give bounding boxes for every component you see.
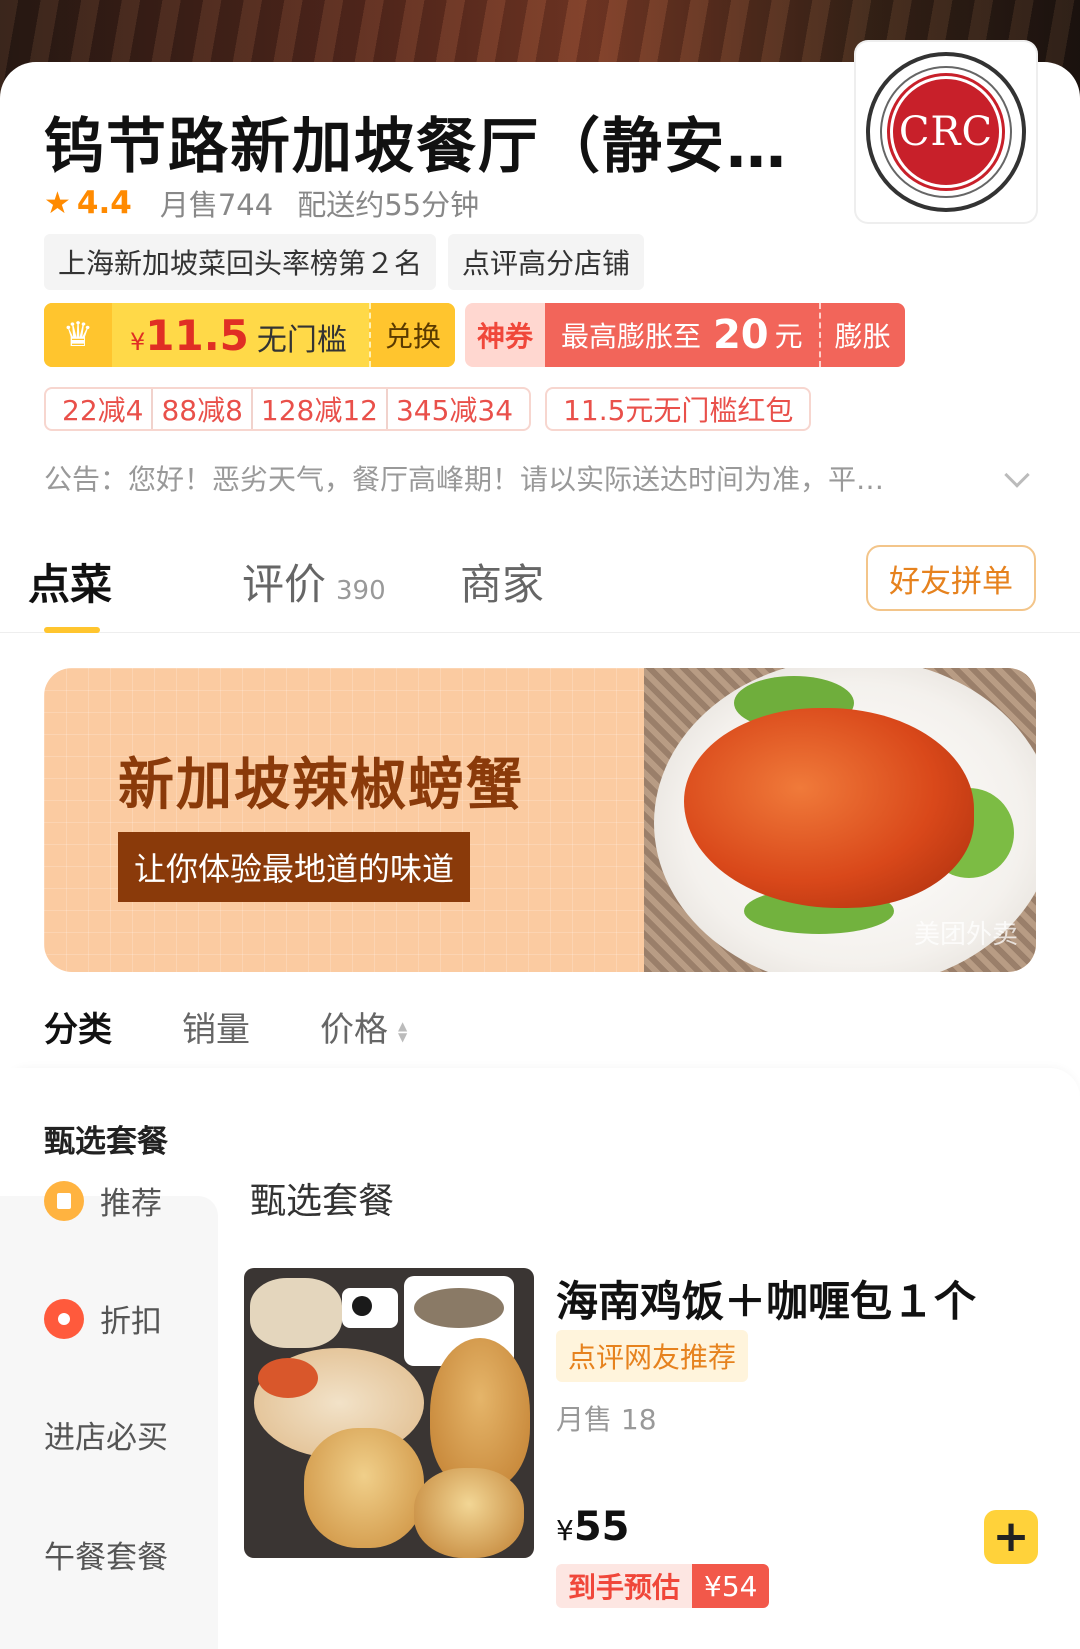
bookmark-icon (44, 1180, 84, 1221)
discount-item: 128减12 (250, 389, 386, 429)
dish-image[interactable] (244, 1268, 534, 1558)
discount-row: 22减4 88减8 128减12 345减34 11.5元无门槛红包 (44, 387, 812, 431)
sort-bar: 分类 销量 价格 ▲ ▼ (44, 1002, 407, 1051)
tab-order[interactable]: 点菜 (28, 551, 112, 612)
monthly-sales: 月售744 (159, 188, 274, 222)
announcement[interactable]: 公告：您好！恶劣天气，餐厅高峰期！请以实际送达时间为准，平… (44, 458, 984, 498)
dish-name[interactable]: 海南鸡饭＋咖喱包１个 (556, 1268, 976, 1329)
tab-bar: 点菜 评价 390 商家 好友拼单 (0, 545, 1080, 633)
location-pin-icon (44, 1298, 84, 1339)
recommend-badge: 点评网友推荐 (556, 1330, 749, 1382)
section-title: 甄选套餐 (250, 1181, 395, 1222)
vip-coupon[interactable]: ♛ ¥ 11.5 无门槛 兑换 (44, 303, 455, 367)
tab-reviews[interactable]: 评价 390 (242, 551, 386, 612)
reviews-count: 390 (336, 576, 386, 606)
banner-title: 新加坡辣椒螃蟹 (118, 753, 524, 818)
logo-ring: CRC (866, 52, 1026, 212)
delivery-time: 配送约55分钟 (297, 188, 480, 222)
restaurant-tags: 上海新加坡菜回头率榜第２名 点评高分店铺 (44, 234, 645, 290)
menu-area: 甄选套餐 推荐 折扣 进店必买 午餐套餐 甄选套餐 海南鸡饭＋咖喱包１个 点评网… (0, 1068, 1080, 1649)
shen-coupon-label: 神券 (464, 303, 545, 367)
sidebar-item-discount[interactable]: 折扣 (44, 1296, 162, 1341)
sort-category[interactable]: 分类 (44, 1002, 112, 1051)
sort-arrows-icon: ▲ ▼ (398, 1018, 408, 1044)
red-packet-badge[interactable]: 11.5元无门槛红包 (545, 387, 812, 431)
logo-text: CRC (890, 76, 1002, 188)
sidebar-item-selected[interactable]: 甄选套餐 (44, 1116, 168, 1161)
sort-sales[interactable]: 销量 (182, 1002, 250, 1051)
sidebar-item-lunch[interactable]: 午餐套餐 (44, 1532, 168, 1577)
banner-watermark: 美团外卖 (914, 920, 1019, 950)
restaurant-logo: CRC (856, 42, 1036, 222)
tab-merchant[interactable]: 商家 (460, 551, 544, 612)
active-tab-indicator (44, 627, 100, 633)
ranking-tag[interactable]: 上海新加坡菜回头率榜第２名 (44, 234, 437, 290)
group-order-button[interactable]: 好友拼单 (866, 545, 1036, 611)
shen-coupon[interactable]: 神券 最高膨胀至 20 元 膨胀 (464, 303, 905, 367)
dish-price: ¥ 55 (556, 1504, 630, 1550)
promo-banner[interactable]: 新加坡辣椒螃蟹 让你体验最地道的味道 美团外卖 (44, 668, 1036, 972)
banner-subtitle: 让你体验最地道的味道 (118, 832, 471, 902)
full-reduction-list[interactable]: 22减4 88减8 128减12 345减34 (44, 387, 532, 431)
coupon-row: ♛ ¥ 11.5 无门槛 兑换 神券 最高膨胀至 20 元 膨胀 (44, 303, 905, 367)
restaurant-stats: ★ 4.4 月售744 配送约55分钟 (44, 182, 479, 224)
estimated-price-badge: 到手预估 ¥54 (556, 1564, 770, 1608)
exchange-button[interactable]: 兑换 (368, 303, 455, 367)
expand-button[interactable]: 膨胀 (818, 303, 905, 367)
sidebar-item-must-buy[interactable]: 进店必买 (44, 1412, 168, 1457)
restaurant-name: 钨节路新加坡餐厅（静安… (44, 112, 788, 182)
vip-coupon-amount: ¥ 11.5 无门槛 (130, 310, 347, 360)
add-to-cart-button[interactable]: + (984, 1510, 1038, 1564)
category-sidebar: 甄选套餐 推荐 折扣 进店必买 午餐套餐 (0, 1068, 218, 1649)
discount-item: 345减34 (385, 389, 521, 429)
rating-value: 4.4 (76, 185, 132, 221)
crown-icon: ♛ (44, 303, 112, 367)
shen-coupon-text: 最高膨胀至 20 元 (544, 303, 819, 367)
star-icon: ★ (44, 185, 71, 221)
discount-item: 22减4 (62, 394, 144, 427)
discount-item: 88减8 (151, 389, 250, 429)
dish-sales: 月售 18 (556, 1403, 657, 1436)
sidebar-item-recommend[interactable]: 推荐 (44, 1178, 162, 1223)
high-score-tag: 点评高分店铺 (448, 234, 645, 290)
sort-price[interactable]: 价格 ▲ ▼ (320, 1002, 407, 1051)
